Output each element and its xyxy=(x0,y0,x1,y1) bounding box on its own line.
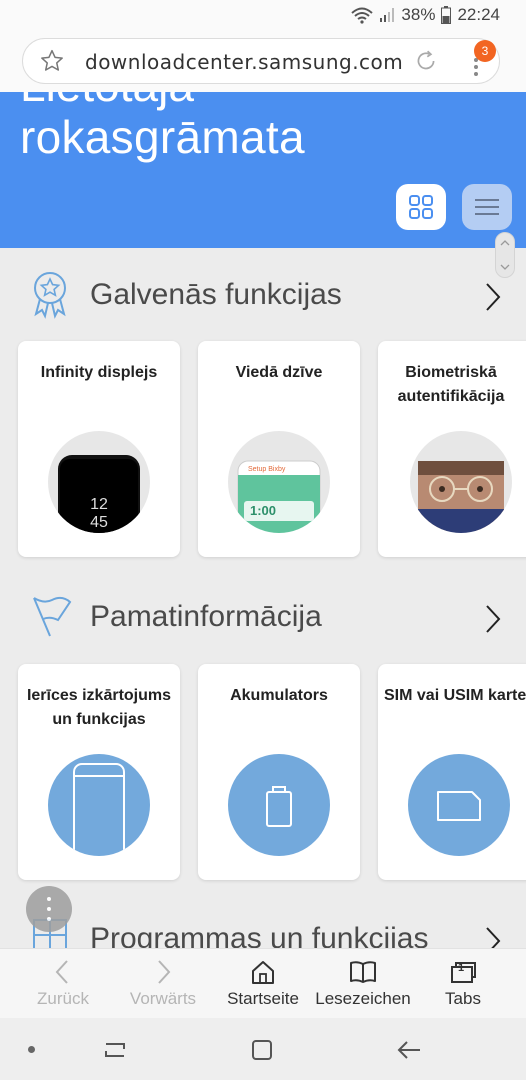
signal-icon xyxy=(379,7,395,23)
card-title: Ierīces izkārtojums un funkcijas xyxy=(26,687,172,728)
svg-text:12: 12 xyxy=(90,496,108,513)
forward-arrow-icon xyxy=(158,960,171,984)
status-bar: 38% 22:24 xyxy=(0,0,526,30)
page-title: rokasgrāmata xyxy=(20,111,305,163)
home-icon xyxy=(252,961,274,984)
back-label: Zurück xyxy=(37,989,89,1008)
page-title-previous-line: Lietotāja xyxy=(20,92,194,112)
url-text[interactable]: downloadcenter.samsung.com xyxy=(85,50,403,74)
tabs-count: 1 xyxy=(458,962,465,974)
clock: 22:24 xyxy=(457,5,500,24)
battery-percent: 38% xyxy=(401,5,436,24)
page-header: Lietotāja rokasgrāmata xyxy=(0,92,526,248)
svg-text:Setup Bixby: Setup Bixby xyxy=(248,466,286,473)
card-title: Akumulators xyxy=(230,687,328,704)
section-main-features[interactable]: Galvenās funkcijas xyxy=(0,256,526,336)
phone-app-image: Setup Bixby 1:00 xyxy=(228,431,330,533)
battery-outline-icon xyxy=(228,754,330,856)
grid-icon xyxy=(409,195,433,219)
svg-text:45: 45 xyxy=(90,514,108,531)
system-nav-bar xyxy=(0,1018,526,1080)
book-icon xyxy=(350,961,376,983)
card-device-layout[interactable]: Ierīces izkārtojums un funkcijas xyxy=(18,664,180,880)
card-title: Biometriskā autentifikācija xyxy=(397,364,505,405)
wifi-icon xyxy=(351,6,374,24)
back-button[interactable]: Zurück xyxy=(22,949,104,1019)
home-button[interactable]: Startseite xyxy=(218,949,308,1019)
card-title: Infinity displejs xyxy=(40,364,158,381)
address-bar[interactable]: downloadcenter.samsung.com xyxy=(22,38,500,84)
home-nav-icon[interactable] xyxy=(250,1038,274,1062)
hamburger-icon xyxy=(475,199,499,215)
reload-icon[interactable] xyxy=(413,48,439,79)
face-glasses-image xyxy=(410,431,512,533)
floating-more-button[interactable] xyxy=(26,886,72,932)
tabs-label: Tabs xyxy=(445,989,481,1008)
back-nav-icon[interactable] xyxy=(396,1038,422,1062)
menu-button[interactable] xyxy=(462,184,512,230)
award-icon xyxy=(30,268,70,325)
chevron-right-icon[interactable] xyxy=(484,282,502,317)
sim-card-icon xyxy=(408,754,510,856)
svg-text:1:00: 1:00 xyxy=(250,503,276,518)
section-basics[interactable]: Pamatinformācija xyxy=(0,578,526,658)
browser-bottom-toolbar: Zurück Vorwärts Startseite Lesezeichen T… xyxy=(0,948,526,1018)
notification-badge: 3 xyxy=(474,40,496,62)
card-title: Viedā dzīve xyxy=(235,364,323,381)
forward-label: Vorwärts xyxy=(129,989,197,1008)
nav-dot-icon xyxy=(28,1046,35,1053)
card-title: SIM vai USIM karte (nano SIM karte) xyxy=(384,687,526,704)
bookmarks-label: Lesezeichen xyxy=(315,989,411,1008)
browser-toolbar: downloadcenter.samsung.com 3 xyxy=(0,30,526,92)
back-arrow-icon xyxy=(55,960,68,984)
flag-icon xyxy=(30,590,80,645)
recents-icon[interactable] xyxy=(102,1038,128,1062)
section-title: Galvenās funkcijas xyxy=(90,278,342,311)
card-battery[interactable]: Akumulators xyxy=(198,664,360,880)
card-biometric[interactable]: Biometriskā autentifikācija xyxy=(378,341,526,557)
phone-outline-icon xyxy=(48,754,150,856)
bookmark-star-icon[interactable] xyxy=(39,48,65,79)
card-infinity-display[interactable]: Infinity displejs 12 45 xyxy=(18,341,180,557)
battery-icon xyxy=(441,6,452,24)
tabs-button[interactable]: Tabs 1 xyxy=(430,949,496,1019)
forward-button[interactable]: Vorwärts xyxy=(120,949,206,1019)
phone-display-image: 12 45 xyxy=(48,431,150,533)
card-smart-life[interactable]: Viedā dzīve Setup Bixby 1:00 xyxy=(198,341,360,557)
chevron-right-icon[interactable] xyxy=(484,604,502,639)
bookmarks-button[interactable]: Lesezeichen xyxy=(314,949,412,1019)
card-sim[interactable]: SIM vai USIM karte (nano SIM karte) xyxy=(378,664,526,880)
home-label: Startseite xyxy=(227,989,299,1008)
grid-view-button[interactable] xyxy=(396,184,446,230)
section-title: Pamatinformācija xyxy=(90,600,322,633)
